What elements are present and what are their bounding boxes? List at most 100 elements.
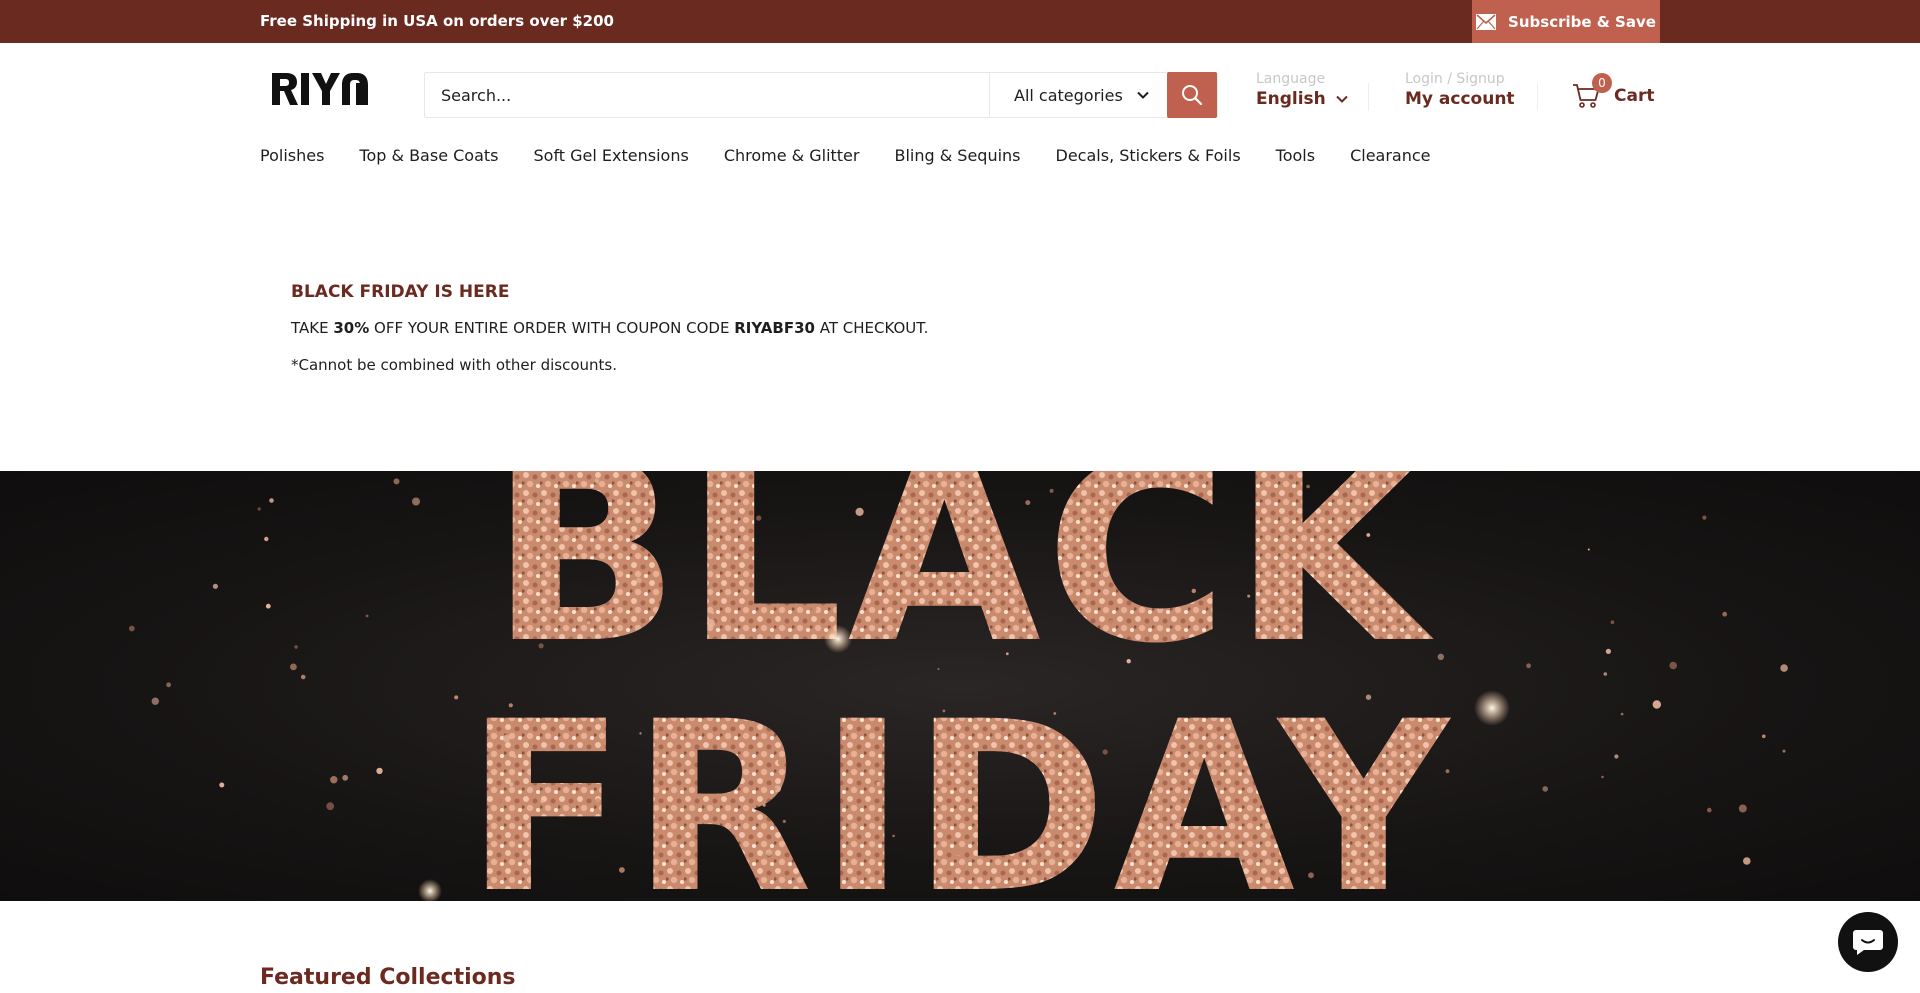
glitter-speck: [1603, 672, 1608, 676]
glitter-speck: [504, 820, 508, 823]
glitter-speck: [1738, 804, 1747, 813]
promo-text-part: AT CHECKOUT.: [814, 319, 929, 337]
search-input[interactable]: [425, 73, 985, 117]
glitter-speck: [1526, 663, 1531, 669]
category-select[interactable]: All categories: [989, 73, 1167, 117]
glitter-speck: [269, 498, 274, 503]
glitter-speck: [212, 583, 218, 589]
glitter-speck: [765, 849, 773, 856]
chevron-down-icon: [1336, 95, 1348, 103]
glitter-speck: [1542, 786, 1548, 792]
glitter-speck: [1652, 700, 1662, 709]
glitter-speck: [290, 663, 297, 671]
glitter-speck: [594, 478, 600, 484]
header-divider: [1368, 83, 1369, 111]
glitter-speck: [937, 668, 940, 670]
account-link[interactable]: Login / Signup My account: [1405, 71, 1515, 109]
glitter-speck: [1308, 872, 1314, 879]
glitter-speck: [777, 758, 785, 766]
header-divider: [1537, 83, 1538, 111]
glitter-speck: [1306, 484, 1310, 489]
glitter-speck: [855, 507, 864, 516]
nav-item-decals-stickers-foils[interactable]: Decals, Stickers & Foils: [1056, 146, 1241, 165]
glitter-speck: [639, 732, 642, 735]
cart-count-badge: 0: [1592, 73, 1612, 93]
account-label: My account: [1405, 89, 1515, 109]
riya-logo[interactable]: [270, 69, 376, 109]
glitter-speck: [1365, 694, 1372, 700]
glitter-speck: [587, 620, 591, 625]
nav-item-bling-sequins[interactable]: Bling & Sequins: [894, 146, 1020, 165]
banner-word-black: BLACK: [490, 471, 1435, 698]
glitter-speck: [942, 709, 946, 713]
chevron-down-icon: [1137, 91, 1149, 99]
glitter-speck: [1702, 515, 1707, 520]
glitter-speck: [1587, 548, 1590, 551]
glitter-speck: [756, 515, 762, 521]
language-value-row: English: [1256, 89, 1348, 109]
glitter-speck: [1782, 749, 1786, 753]
search-button[interactable]: [1167, 72, 1217, 118]
glitter-speck: [1366, 533, 1371, 537]
glitter-speck: [706, 619, 716, 628]
glitter-speck: [1437, 653, 1445, 660]
glitter-speck: [954, 849, 962, 856]
glitter-speck: [715, 573, 720, 578]
black-friday-banner[interactable]: BLACK FRIDAY: [0, 471, 1920, 901]
glitter-speck: [376, 767, 383, 775]
language-caption: Language: [1256, 71, 1326, 87]
glitter-speck: [1025, 500, 1031, 506]
glitter-speck: [636, 577, 642, 584]
nav-item-tools[interactable]: Tools: [1276, 146, 1315, 165]
glitter-speck: [540, 799, 544, 804]
glitter-speck: [494, 797, 501, 804]
glitter-speck: [1102, 749, 1108, 755]
glitter-speck: [782, 819, 786, 823]
subscribe-button[interactable]: Subscribe & Save: [1472, 0, 1660, 43]
category-select-value: All categories: [1014, 85, 1123, 105]
glitter-speck: [1669, 661, 1677, 670]
glitter-speck: [1743, 857, 1751, 865]
glitter-speck: [1707, 807, 1712, 813]
glitter-speck: [1247, 594, 1251, 598]
glitter-speck: [128, 625, 135, 632]
glitter-speck: [1722, 611, 1728, 617]
glitter-speck: [151, 697, 159, 705]
cart-link[interactable]: 0 Cart: [1572, 73, 1654, 109]
glitter-speck: [257, 507, 261, 511]
glitter-speck: [774, 785, 782, 793]
chat-button[interactable]: [1838, 912, 1898, 972]
mail-icon: [1476, 13, 1497, 30]
glitter-speck: [365, 614, 369, 618]
nav-item-chrome-glitter[interactable]: Chrome & Glitter: [724, 146, 860, 165]
search-icon: [1182, 85, 1203, 106]
glitter-speck: [1614, 754, 1619, 759]
glitter-speck: [762, 803, 766, 807]
nav-item-top-base-coats[interactable]: Top & Base Coats: [359, 146, 498, 165]
nav-item-polishes[interactable]: Polishes: [260, 146, 324, 165]
glitter-speck: [538, 643, 544, 649]
glitter-speck: [1605, 648, 1611, 654]
glitter-speck: [1053, 712, 1057, 715]
glitter-speck: [412, 497, 420, 506]
glitter-speck: [966, 509, 975, 517]
glitter-speck: [508, 703, 513, 708]
language-selector[interactable]: Language English: [1256, 71, 1348, 109]
nav-item-clearance[interactable]: Clearance: [1350, 146, 1430, 165]
glitter-speck: [300, 674, 306, 680]
glitter-speck: [1191, 588, 1197, 594]
glitter-speck: [219, 782, 225, 788]
glitter-speck: [1601, 775, 1604, 779]
glitter-speck: [809, 605, 817, 613]
glitter-speck: [1445, 769, 1450, 774]
glitter-speck: [1005, 652, 1009, 656]
glitter-speck: [330, 776, 338, 784]
nav-item-soft-gel-extensions[interactable]: Soft Gel Extensions: [534, 146, 689, 165]
promo-text-part: TAKE: [291, 319, 334, 337]
glitter-speck: [1393, 747, 1397, 751]
site-header: All categories Language English Login / …: [0, 43, 1920, 143]
shipping-message: Free Shipping in USA on orders over $200: [260, 12, 614, 30]
glitter-speck: [1780, 664, 1788, 672]
glitter-speck: [342, 774, 349, 781]
glitter-speck: [594, 798, 602, 805]
